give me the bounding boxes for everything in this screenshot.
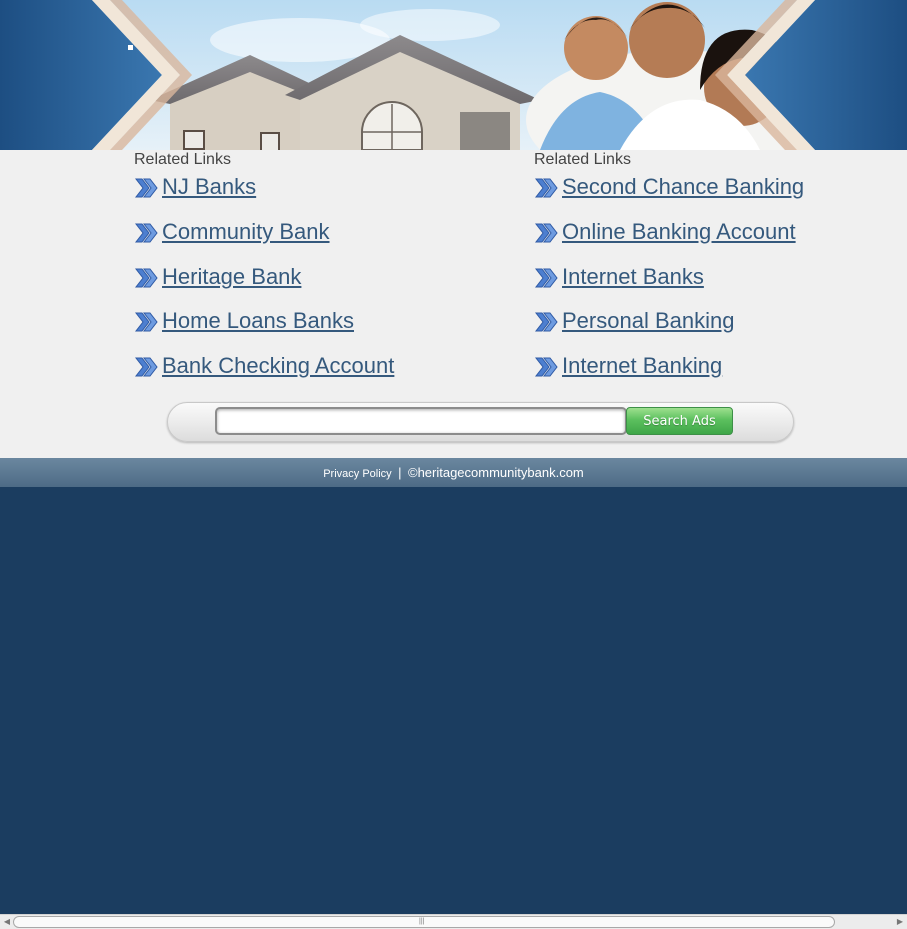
link-internet-banking[interactable]: Internet Banking — [562, 352, 722, 380]
link-second-chance-banking[interactable]: Second Chance Banking — [562, 173, 804, 201]
related-links-right: Related Links Second Chance Banking Onli… — [534, 150, 907, 397]
double-chevron-right-icon — [534, 268, 558, 288]
link-bank-checking-account[interactable]: Bank Checking Account — [162, 352, 394, 380]
double-chevron-right-icon — [134, 223, 158, 243]
link-community-bank[interactable]: Community Bank — [162, 218, 330, 246]
list-item: Internet Banking — [534, 352, 907, 397]
list-item: Internet Banks — [534, 263, 907, 308]
double-chevron-right-icon — [134, 357, 158, 377]
related-links-heading: Related Links — [134, 151, 231, 168]
link-heritage-bank[interactable]: Heritage Bank — [162, 263, 301, 291]
link-home-loans-banks[interactable]: Home Loans Banks — [162, 307, 354, 335]
search-bar: Search Ads — [167, 402, 794, 442]
list-item: NJ Banks — [134, 173, 514, 218]
list-item: Community Bank — [134, 218, 514, 263]
link-online-banking-account[interactable]: Online Banking Account — [562, 218, 796, 246]
list-item: Home Loans Banks — [134, 307, 514, 352]
house-family-banner-image — [0, 0, 907, 150]
list-item: Second Chance Banking — [534, 173, 907, 218]
related-links-left: Related Links NJ Banks Community Bank He… — [134, 150, 514, 397]
horizontal-scrollbar[interactable]: ◀ ||| ▶ — [0, 914, 907, 929]
double-chevron-right-icon — [534, 357, 558, 377]
footer-separator: | — [398, 465, 402, 480]
list-item: Bank Checking Account — [134, 352, 514, 397]
double-chevron-right-icon — [134, 178, 158, 198]
search-ads-button[interactable]: Search Ads — [626, 407, 733, 435]
double-chevron-right-icon — [534, 223, 558, 243]
link-personal-banking[interactable]: Personal Banking — [562, 307, 734, 335]
list-item: Heritage Bank — [134, 263, 514, 308]
privacy-policy-link[interactable]: Privacy Policy — [323, 468, 391, 480]
list-item: Online Banking Account — [534, 218, 907, 263]
scrollbar-thumb[interactable]: ||| — [13, 916, 835, 928]
header-banner — [0, 0, 907, 150]
double-chevron-right-icon — [534, 312, 558, 332]
scroll-right-arrow-icon[interactable]: ▶ — [894, 916, 906, 928]
double-chevron-right-icon — [134, 268, 158, 288]
main-content: Related Links NJ Banks Community Bank He… — [0, 150, 907, 458]
link-nj-banks[interactable]: NJ Banks — [162, 173, 256, 201]
list-item: Personal Banking — [534, 307, 907, 352]
related-links-heading: Related Links — [534, 151, 631, 168]
scroll-left-arrow-icon[interactable]: ◀ — [1, 916, 13, 928]
footer: Privacy Policy | ©heritagecommunitybank.… — [0, 458, 907, 487]
copyright-text: ©heritagecommunitybank.com — [407, 465, 584, 480]
double-chevron-right-icon — [134, 312, 158, 332]
related-links-list: NJ Banks Community Bank Heritage Bank Ho… — [134, 173, 514, 397]
double-chevron-right-icon — [534, 178, 558, 198]
search-input[interactable] — [215, 407, 627, 435]
link-internet-banks[interactable]: Internet Banks — [562, 263, 704, 291]
grip-icon: ||| — [419, 918, 425, 925]
related-links-list: Second Chance Banking Online Banking Acc… — [534, 173, 907, 397]
